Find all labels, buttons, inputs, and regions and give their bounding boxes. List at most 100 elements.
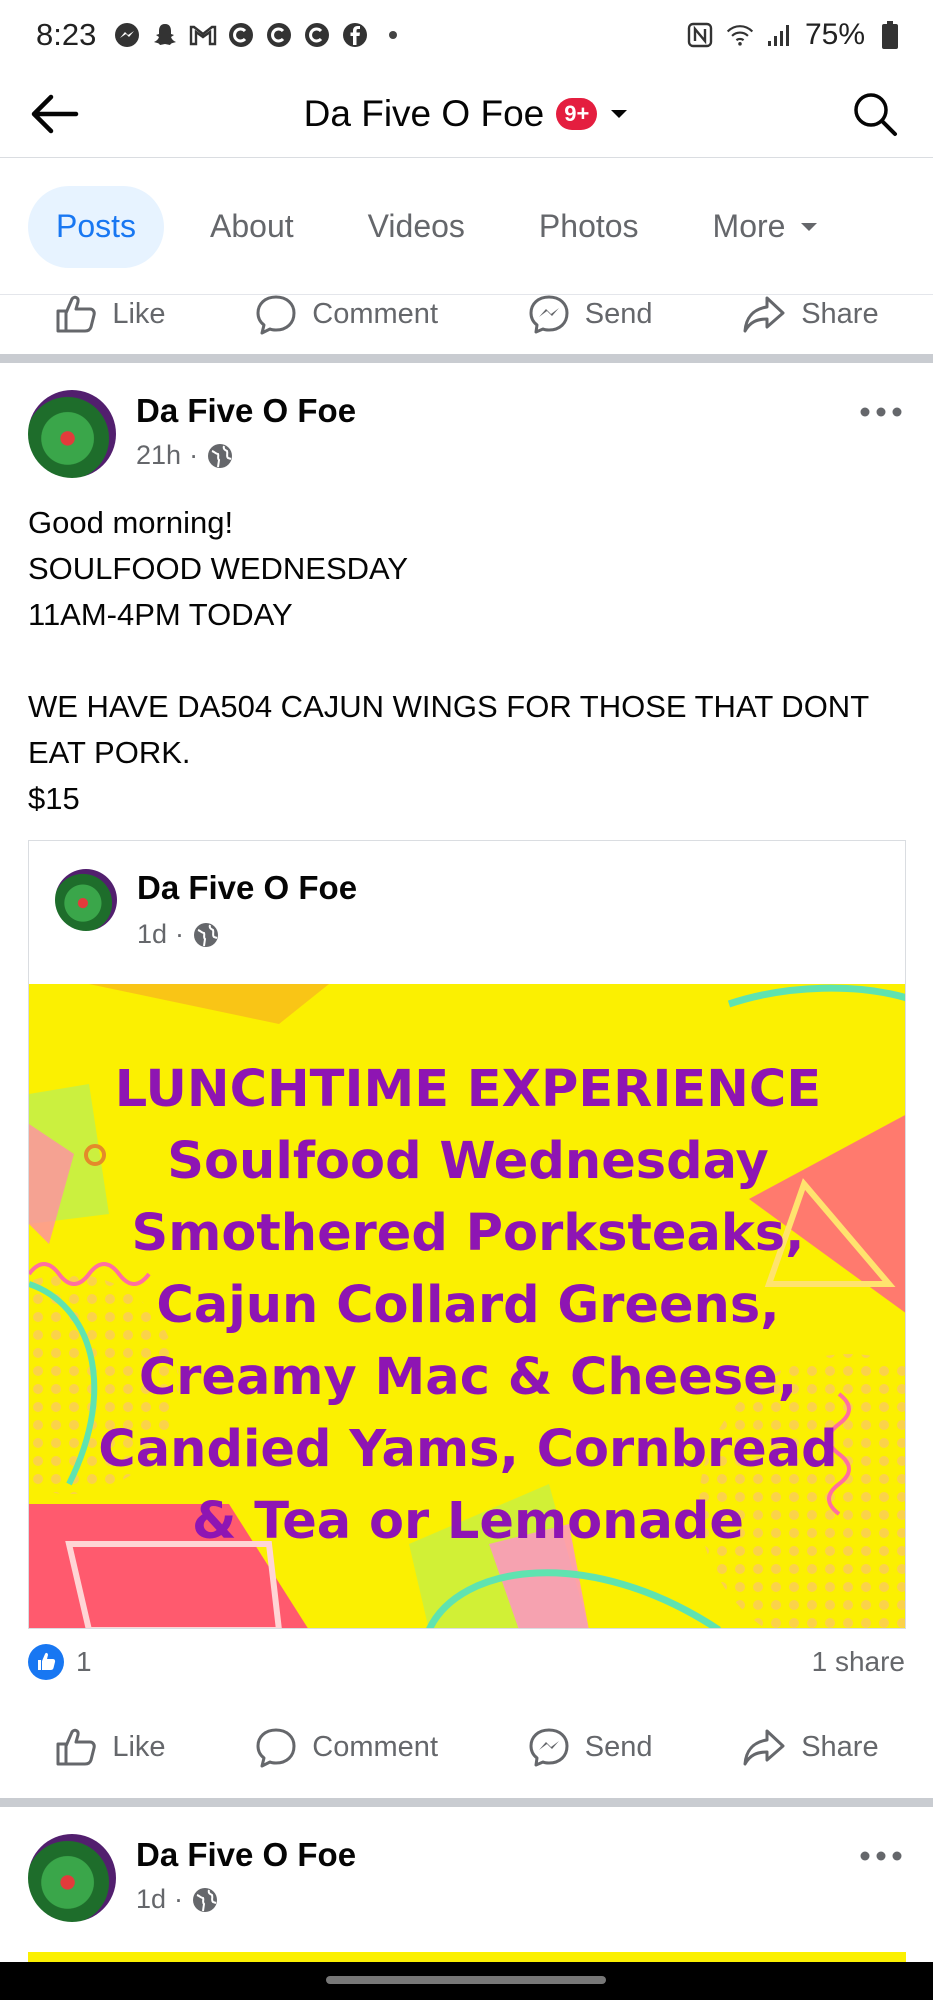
app-c-icon-2	[264, 20, 294, 50]
reaction-count: 1	[76, 1646, 92, 1677]
share-button[interactable]: Share	[741, 295, 879, 335]
comment-button[interactable]: Comment	[254, 1726, 438, 1768]
comment-icon	[256, 295, 296, 335]
more-dots-icon	[860, 407, 902, 417]
avatar[interactable]	[28, 1834, 116, 1922]
signal-icon	[765, 20, 795, 50]
facebook-icon	[340, 20, 370, 50]
tab-videos[interactable]: Videos	[340, 186, 493, 268]
share-icon	[743, 296, 785, 333]
meta-separator: ·	[175, 919, 185, 949]
battery-icon	[875, 20, 905, 50]
post-time[interactable]: 21h	[136, 440, 181, 471]
share-icon	[743, 1729, 785, 1766]
post-options-button[interactable]	[853, 1836, 909, 1876]
menu-line: Creamy Mac & Cheese,	[138, 1348, 798, 1407]
menu-line: Smothered Porksteaks,	[131, 1204, 805, 1263]
post-divider	[0, 1798, 933, 1807]
post-time[interactable]: 1d	[136, 1884, 166, 1915]
globe-icon	[208, 443, 233, 468]
like-icon	[56, 1728, 97, 1766]
menu-line: LUNCHTIME EXPERIENCE	[114, 1060, 822, 1119]
like-button[interactable]: Like	[54, 295, 166, 335]
shared-meta: 1d ·	[137, 919, 220, 950]
more-dots-icon	[860, 1851, 902, 1861]
comment-label: Comment	[312, 1730, 438, 1763]
send-button[interactable]: Send	[527, 1726, 653, 1768]
comment-button[interactable]: Comment	[254, 295, 438, 335]
shared-avatar[interactable]	[55, 869, 117, 931]
home-gesture-handle[interactable]	[326, 1976, 606, 1984]
messenger-send-icon	[529, 295, 569, 334]
tab-photos[interactable]: Photos	[511, 186, 667, 268]
menu-text-block: LUNCHTIME EXPERIENCE Soulfood Wednesday …	[29, 1054, 905, 1558]
snapchat-icon	[150, 20, 180, 50]
meta-separator: ·	[189, 440, 199, 470]
search-icon	[854, 93, 897, 136]
menu-flyer-image[interactable]: LUNCHTIME EXPERIENCE Soulfood Wednesday …	[29, 984, 905, 1628]
battery-percent: 75%	[804, 18, 865, 51]
system-nav-bar	[0, 1962, 933, 2000]
post-author[interactable]: Da Five O Foe	[136, 392, 356, 430]
tab-more[interactable]: More	[685, 186, 848, 268]
like-label: Like	[112, 297, 166, 330]
messenger-send-icon	[529, 1728, 569, 1767]
like-reaction-icon	[28, 1644, 64, 1680]
like-button[interactable]: Like	[54, 1726, 166, 1768]
post-meta: 21h ·	[136, 440, 234, 471]
globe-icon	[194, 922, 219, 947]
post-options-button[interactable]	[853, 392, 909, 432]
page-title: Da Five O Foe	[303, 93, 545, 134]
app-c-icon-3	[302, 20, 332, 50]
next-post-image-preview	[28, 1952, 906, 1962]
reaction-summary[interactable]: 1	[28, 1644, 92, 1680]
tab-about[interactable]: About	[182, 186, 322, 268]
share-count[interactable]: 1 share	[812, 1646, 905, 1678]
menu-line: & Tea or Lemonade	[191, 1492, 745, 1551]
post-actions: Like Comment Send Share	[0, 1702, 933, 1792]
comment-label: Comment	[312, 297, 438, 330]
like-icon	[56, 295, 97, 333]
page-tabs: Posts About Videos Photos More	[0, 159, 933, 294]
menu-line: Cajun Collard Greens,	[156, 1276, 780, 1335]
tab-more-label: More	[712, 208, 786, 244]
send-button[interactable]: Send	[527, 295, 653, 335]
nfc-icon	[685, 20, 715, 50]
app-c-icon-1	[226, 20, 256, 50]
page-header: Da Five O Foe 9+	[0, 70, 933, 158]
send-label: Send	[584, 1730, 653, 1763]
post-author[interactable]: Da Five O Foe	[136, 1836, 356, 1874]
share-label: Share	[801, 1730, 879, 1763]
post-text: Good morning! SOULFOOD WEDNESDAY 11AM-4P…	[28, 505, 869, 816]
shared-author[interactable]: Da Five O Foe	[137, 869, 357, 907]
post-divider	[0, 354, 933, 363]
like-label: Like	[112, 1730, 166, 1763]
chevron-down-icon	[611, 110, 628, 118]
shared-post-card[interactable]: Da Five O Foe 1d · LUNCHTIME EXPERIENCE …	[28, 840, 906, 1629]
reactions-row: 1 1 share	[0, 1634, 933, 1690]
status-bar: 8:23 75%	[0, 0, 933, 70]
send-label: Send	[584, 297, 653, 330]
previous-post-actions: Like Comment Send Share	[0, 294, 933, 354]
gmail-icon	[188, 20, 218, 50]
comment-icon	[256, 1728, 296, 1768]
wifi-icon	[725, 20, 755, 50]
menu-line: Candied Yams, Cornbread	[98, 1420, 838, 1479]
avatar[interactable]	[28, 390, 116, 478]
page-title-dropdown[interactable]: Da Five O Foe 9+	[0, 70, 933, 158]
shared-time[interactable]: 1d	[137, 919, 167, 950]
share-label: Share	[801, 297, 879, 330]
notification-dot-icon	[378, 20, 408, 50]
globe-icon	[193, 1887, 218, 1912]
meta-separator: ·	[174, 1884, 184, 1914]
notification-badge: 9+	[556, 98, 598, 130]
menu-line: Soulfood Wednesday	[167, 1132, 769, 1191]
post-meta: 1d ·	[136, 1884, 219, 1915]
search-button[interactable]	[845, 84, 905, 144]
status-time: 8:23	[36, 17, 97, 52]
tab-posts[interactable]: Posts	[28, 185, 165, 268]
chevron-down-icon	[801, 222, 818, 231]
post: Da Five O Foe 21h · Good morning! SOULFO…	[0, 380, 933, 816]
next-post: Da Five O Foe 1d ·	[0, 1824, 933, 1934]
share-button[interactable]: Share	[741, 1726, 879, 1768]
